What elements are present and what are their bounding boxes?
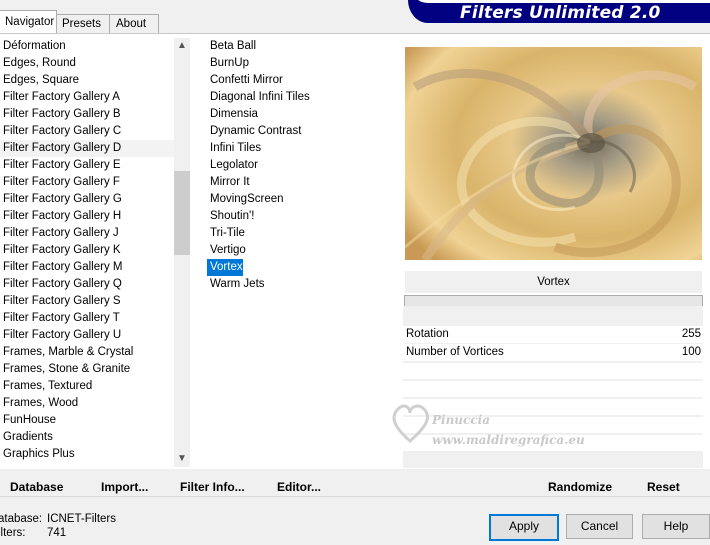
app-banner: Filters Unlimited 2.0 (408, 0, 710, 23)
tab-about[interactable]: About (109, 14, 159, 33)
database-status-label: atabase: (0, 513, 43, 525)
status-values: ICNET-Filters 741 (47, 512, 116, 540)
filter-item[interactable]: Vertigo (207, 242, 387, 259)
param-row-empty[interactable] (403, 381, 703, 397)
category-scrollbar[interactable]: ▲ ▼ (174, 38, 190, 467)
scroll-down-icon[interactable]: ▼ (174, 451, 190, 467)
import-button[interactable]: Import... (101, 478, 148, 496)
category-list[interactable]: Déformation Edges, Round Edges, Square Filt… (0, 38, 175, 468)
category-item[interactable]: Filter Factory Gallery M (0, 259, 175, 276)
category-item[interactable]: Frames, Textured (0, 378, 175, 395)
category-item[interactable]: Filter Factory Gallery E (0, 157, 175, 174)
category-item[interactable]: Filter Factory Gallery C (0, 123, 175, 140)
param-row-empty[interactable] (403, 363, 703, 379)
filters-status-label: ilters: (0, 527, 26, 539)
filter-item[interactable]: Vortex (207, 259, 243, 276)
category-item[interactable]: Filter Factory Gallery A (0, 89, 175, 106)
filter-item[interactable]: Diagonal Infini Tiles (207, 89, 387, 106)
category-item[interactable]: Frames, Stone & Granite (0, 361, 175, 378)
category-item[interactable]: Filter Factory Gallery G (0, 191, 175, 208)
category-item[interactable]: Déformation (0, 38, 175, 55)
category-item[interactable]: Filter Factory Gallery S (0, 293, 175, 310)
category-item[interactable]: Filter Factory Gallery B (0, 106, 175, 123)
filter-item[interactable]: Infini Tiles (207, 140, 387, 157)
param-row-rotation[interactable]: Rotation 255 (403, 326, 703, 343)
filter-item[interactable]: Confetti Mirror (207, 72, 387, 89)
filter-name-label: Vortex (405, 271, 702, 293)
param-value[interactable]: 255 (682, 326, 701, 343)
category-item[interactable]: FunHouse (0, 412, 175, 429)
param-row-empty[interactable] (403, 435, 703, 451)
database-button[interactable]: Database (10, 478, 63, 496)
filter-item[interactable]: Beta Ball (207, 38, 387, 55)
param-label: Rotation (406, 328, 449, 340)
category-item[interactable]: Filter Factory Gallery K (0, 242, 175, 259)
filter-item[interactable]: Mirror It (207, 174, 387, 191)
filter-info-button[interactable]: Filter Info... (180, 478, 245, 496)
category-item[interactable]: Filter Factory Gallery J (0, 225, 175, 242)
category-item[interactable]: Filter Factory Gallery D (0, 140, 175, 157)
apply-button[interactable]: Apply (489, 514, 559, 541)
category-item[interactable]: Filter Factory Gallery T (0, 310, 175, 327)
help-button[interactable]: Help (642, 514, 710, 539)
param-label: Number of Vortices (406, 346, 504, 358)
param-row-empty[interactable] (403, 417, 703, 433)
filter-preview-image (405, 47, 702, 260)
filter-item[interactable]: Dimensia (207, 106, 387, 123)
param-row-empty[interactable] (403, 399, 703, 415)
filter-item[interactable]: Warm Jets (207, 276, 387, 293)
category-item[interactable]: Graphics Plus (0, 446, 175, 463)
category-item[interactable]: Filter Factory Gallery U (0, 327, 175, 344)
randomize-button[interactable]: Randomize (548, 478, 612, 496)
filter-item[interactable]: Dynamic Contrast (207, 123, 387, 140)
param-value[interactable]: 100 (682, 344, 701, 361)
cancel-button[interactable]: Cancel (566, 514, 633, 539)
banner-title: Filters Unlimited 2.0 (460, 3, 661, 23)
filter-list[interactable]: Beta Ball BurnUp Confetti Mirror Diagonal I… (207, 38, 387, 293)
category-item[interactable]: Frames, Wood (0, 395, 175, 412)
category-item[interactable]: Frames, Marble & Crystal (0, 344, 175, 361)
category-item[interactable]: Gradients (0, 429, 175, 446)
category-item[interactable]: Filter Factory Gallery F (0, 174, 175, 191)
editor-button[interactable]: Editor... (277, 478, 321, 496)
category-item[interactable]: Edges, Round (0, 55, 175, 72)
status-labels: atabase: ilters: (0, 512, 42, 540)
param-row-number-of-vortices[interactable]: Number of Vortices 100 (403, 344, 703, 361)
tab-presets[interactable]: Presets (55, 14, 111, 33)
filter-item[interactable]: Tri-Tile (207, 225, 387, 242)
scroll-thumb[interactable] (174, 171, 190, 255)
category-item[interactable]: Filter Factory Gallery Q (0, 276, 175, 293)
filter-item[interactable]: BurnUp (207, 55, 387, 72)
tab-navigator[interactable]: Navigator (0, 10, 57, 33)
filter-item[interactable]: MovingScreen (207, 191, 387, 208)
database-status-value: ICNET-Filters (47, 513, 116, 525)
reset-button[interactable]: Reset (647, 478, 680, 496)
filter-item[interactable]: Legolator (207, 157, 387, 174)
scroll-up-icon[interactable]: ▲ (174, 38, 190, 54)
filter-item[interactable]: Shoutin'! (207, 208, 387, 225)
category-item[interactable]: Filter Factory Gallery H (0, 208, 175, 225)
filters-status-value: 741 (47, 527, 67, 539)
category-item[interactable]: Edges, Square (0, 72, 175, 89)
vortex-preview-graphic (405, 47, 702, 260)
